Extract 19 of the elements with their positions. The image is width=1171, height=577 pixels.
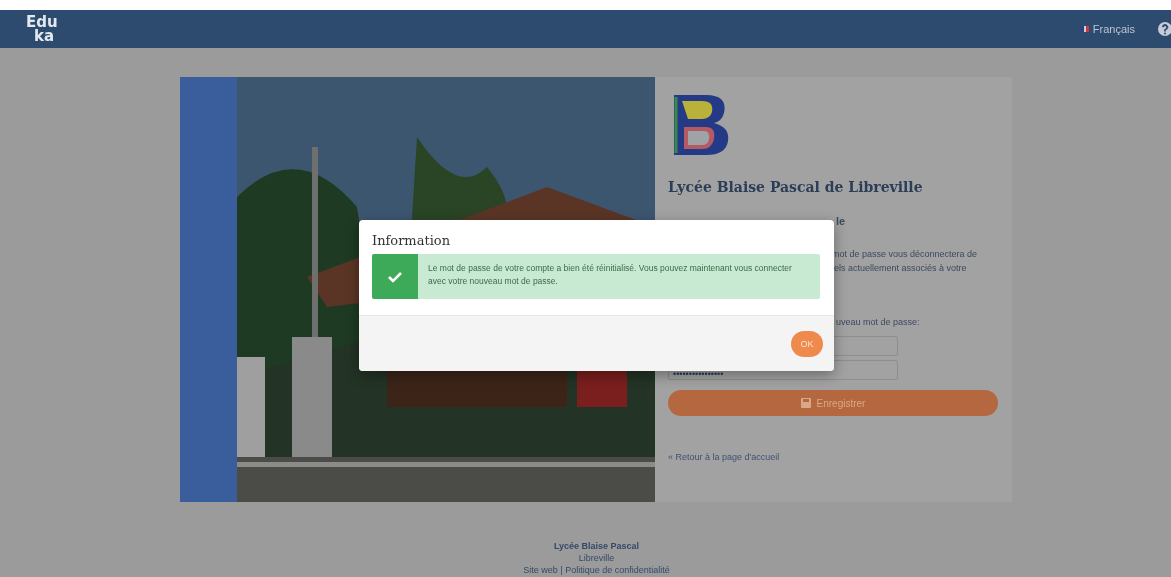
footer-city: Libreville [578, 552, 615, 564]
flag-icon [1080, 26, 1089, 32]
ok-button[interactable]: OK [791, 330, 823, 357]
back-link[interactable]: « Retour à la page d'accueil [668, 452, 998, 462]
help-icon[interactable] [1157, 21, 1171, 37]
check-icon [388, 270, 402, 283]
footer-links[interactable]: Site web | Politique de confidentialité [523, 564, 670, 576]
save-button[interactable]: Enregistrer [668, 390, 998, 416]
save-icon [800, 398, 811, 408]
page-heading: le [836, 215, 847, 228]
language-selector[interactable]: Français [1092, 23, 1135, 35]
footer-school-name: Lycée Blaise Pascal [553, 540, 640, 552]
field-label: uveau mot de passe: [836, 316, 921, 329]
eduka-logo: Edu ka [26, 15, 58, 43]
school-name: Lycée Blaise Pascal de Libreville [668, 179, 924, 195]
dialog-title: Information [372, 233, 452, 248]
alert-message: Le mot de passe de votre compte a bien été réinitialisé. Vous pouvez maintenant vous connecter avec votre nouveau mot de passe. [427, 262, 793, 288]
notice-text: mot de passe vous déconnectera de [832, 248, 979, 261]
notice-text: iels actuellement associés à votre [832, 262, 968, 275]
